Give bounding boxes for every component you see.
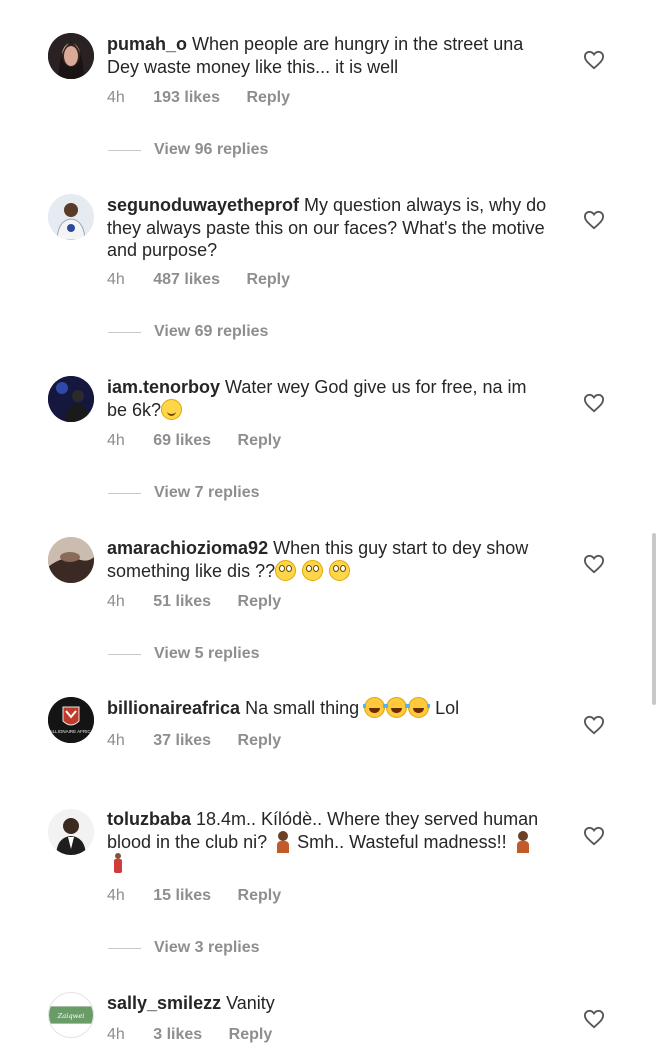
view-replies-label: View 5 replies <box>154 645 260 662</box>
profile-photo-green-icon: Zaiqwei <box>49 993 93 1037</box>
username[interactable]: toluzbaba <box>107 809 191 829</box>
timestamp: 4h <box>107 432 125 449</box>
comment-body-continued: Smh.. Wasteful madness!! <box>297 831 507 852</box>
comment-text: pumah_o When people are hungry in the st… <box>107 33 547 78</box>
timestamp: 4h <box>107 89 125 106</box>
comment-meta: 4h 487 likes Reply <box>107 271 312 289</box>
profile-photo-suit-icon <box>48 809 94 855</box>
eye-roll-emoji-icon <box>302 559 324 581</box>
timestamp: 4h <box>107 732 125 749</box>
comment-text: toluzbaba 18.4m.. Kílódè.. Where they se… <box>107 808 547 876</box>
timestamp: 4h <box>107 887 125 904</box>
view-replies-button[interactable]: View 5 replies <box>108 645 260 663</box>
divider <box>108 492 141 494</box>
reply-button[interactable]: Reply <box>238 732 282 749</box>
avatar[interactable]: Zaiqwei <box>48 992 94 1038</box>
username[interactable]: amarachiozioma92 <box>107 538 268 558</box>
divider <box>108 947 141 949</box>
reply-button[interactable]: Reply <box>246 271 290 288</box>
heart-icon[interactable] <box>583 50 605 70</box>
profile-photo-performer-icon <box>48 376 94 422</box>
laughing-emoji-icon <box>363 697 387 718</box>
username[interactable]: pumah_o <box>107 34 187 54</box>
person-walking-emoji-icon <box>111 853 125 875</box>
timestamp: 4h <box>107 271 125 288</box>
comment-meta: 4h 69 likes Reply <box>107 432 303 450</box>
view-replies-label: View 96 replies <box>154 141 269 158</box>
username[interactable]: billionaireafrica <box>107 698 240 718</box>
comment-meta: 4h 193 likes Reply <box>107 89 312 107</box>
comment-text: iam.tenorboy Water wey God give us for f… <box>107 376 547 421</box>
heart-icon[interactable] <box>583 715 605 735</box>
view-replies-label: View 7 replies <box>154 484 260 501</box>
reply-button[interactable]: Reply <box>246 89 290 106</box>
heart-icon[interactable] <box>583 826 605 846</box>
view-replies-label: View 69 replies <box>154 323 269 340</box>
comment-meta: 4h 3 likes Reply <box>107 1026 294 1044</box>
comment-text: billionaireafrica Na small thing Lol <box>107 697 547 720</box>
comment-body: Vanity <box>226 993 275 1013</box>
scrollbar[interactable] <box>652 533 656 705</box>
comment-meta: 4h 37 likes Reply <box>107 732 303 750</box>
divider <box>108 653 141 655</box>
comment-body: Na small thing <box>245 698 360 718</box>
eye-roll-emoji-icon <box>329 559 351 581</box>
likes-count[interactable]: 193 likes <box>153 89 220 106</box>
reply-button[interactable]: Reply <box>229 1026 273 1043</box>
comment-text: sally_smilezz Vanity <box>107 992 547 1015</box>
likes-count[interactable]: 51 likes <box>153 593 211 610</box>
avatar[interactable] <box>48 33 94 79</box>
likes-count[interactable]: 487 likes <box>153 271 220 288</box>
avatar[interactable] <box>48 194 94 240</box>
laughing-emoji-icon <box>407 697 431 718</box>
likes-count[interactable]: 3 likes <box>153 1026 202 1043</box>
logo-text: BILLIONAIRE AFRICA <box>48 729 93 734</box>
comment-body-suffix: Lol <box>435 698 460 718</box>
avatar[interactable]: BILLIONAIRE AFRICA <box>48 697 94 743</box>
divider <box>108 149 141 151</box>
divider <box>108 331 141 333</box>
avatar[interactable] <box>48 537 94 583</box>
reply-button[interactable]: Reply <box>238 593 282 610</box>
profile-photo-woman-icon <box>48 33 94 79</box>
view-replies-button[interactable]: View 96 replies <box>108 141 268 159</box>
username[interactable]: segunoduwayetheprof <box>107 195 299 215</box>
timestamp: 4h <box>107 593 125 610</box>
view-replies-button[interactable]: View 69 replies <box>108 323 268 341</box>
person-shrugging-emoji-icon <box>274 830 292 853</box>
profile-photo-man-icon <box>48 194 94 240</box>
profile-photo-hand-icon <box>48 537 94 583</box>
comment-text: segunoduwayetheprof My question always i… <box>107 194 547 262</box>
eye-roll-emoji-icon <box>275 559 297 581</box>
laughing-emoji-icon <box>385 697 409 718</box>
billionaire-africa-logo-icon: BILLIONAIRE AFRICA <box>48 697 94 743</box>
view-replies-button[interactable]: View 3 replies <box>108 939 260 957</box>
heart-icon[interactable] <box>583 393 605 413</box>
avatar[interactable] <box>48 376 94 422</box>
reply-button[interactable]: Reply <box>238 887 282 904</box>
smile-emoji-icon <box>161 398 183 420</box>
logo-text: Zaiqwei <box>57 1012 85 1020</box>
username[interactable]: iam.tenorboy <box>107 377 220 397</box>
heart-icon[interactable] <box>583 210 605 230</box>
person-facepalming-emoji-icon <box>514 830 532 853</box>
comment-meta: 4h 15 likes Reply <box>107 887 303 905</box>
username[interactable]: sally_smilezz <box>107 993 221 1013</box>
view-replies-button[interactable]: View 7 replies <box>108 484 260 502</box>
view-replies-label: View 3 replies <box>154 939 260 956</box>
heart-icon[interactable] <box>583 554 605 574</box>
comment-meta: 4h 51 likes Reply <box>107 593 303 611</box>
likes-count[interactable]: 37 likes <box>153 732 211 749</box>
likes-count[interactable]: 69 likes <box>153 432 211 449</box>
likes-count[interactable]: 15 likes <box>153 887 211 904</box>
heart-icon[interactable] <box>583 1009 605 1029</box>
reply-button[interactable]: Reply <box>238 432 282 449</box>
comment-text: amarachiozioma92 When this guy start to … <box>107 537 547 582</box>
timestamp: 4h <box>107 1026 125 1043</box>
avatar[interactable] <box>48 809 94 855</box>
